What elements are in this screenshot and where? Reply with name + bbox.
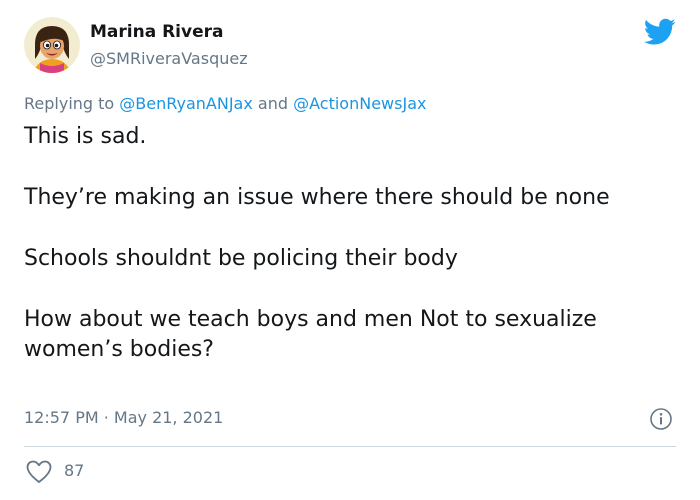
- reply-conjunction: and: [257, 94, 289, 113]
- tweet-paragraph: How about we teach boys and men Not to s…: [24, 307, 597, 362]
- tweet-timestamp[interactable]: 12:57 PM · May 21, 2021: [24, 408, 223, 427]
- mention-link-actionnewsjax[interactable]: @ActionNewsJax: [293, 94, 426, 113]
- tweet-paragraph: This is sad.: [24, 124, 147, 149]
- avatar[interactable]: [24, 17, 80, 73]
- heart-icon[interactable]: [26, 460, 52, 484]
- like-count: 87: [64, 461, 85, 480]
- tweet-body: This is sad. They’re making an issue whe…: [24, 122, 664, 365]
- author-handle[interactable]: @SMRiveraVasquez: [90, 49, 248, 68]
- reply-context: Replying to @BenRyanANJax and @ActionNew…: [24, 94, 426, 113]
- author-display-name[interactable]: Marina Rivera: [90, 22, 223, 42]
- reply-prefix: Replying to: [24, 94, 115, 113]
- twitter-bird-icon[interactable]: [644, 18, 676, 46]
- divider: [24, 446, 676, 447]
- tweet-paragraph: Schools shouldnt be policing their body: [24, 246, 458, 271]
- mention-link-benryananjax[interactable]: @BenRyanANJax: [119, 94, 253, 113]
- tweet-paragraph: They’re making an issue where there shou…: [24, 185, 610, 210]
- info-icon[interactable]: [649, 407, 673, 431]
